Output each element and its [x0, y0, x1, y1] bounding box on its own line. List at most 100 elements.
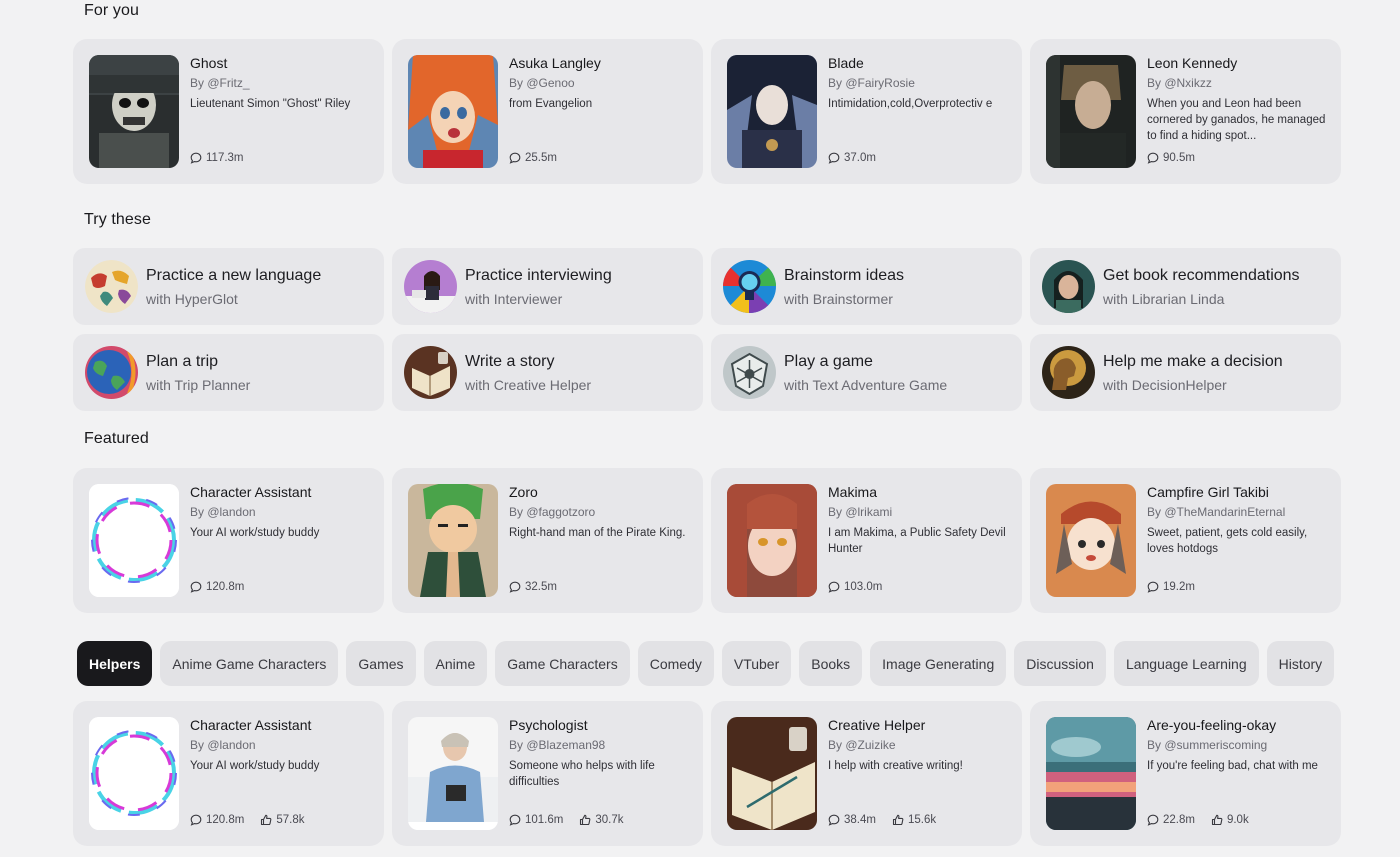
character-card-character-assistant[interactable]: Character Assistant By @landon Your AI w…	[73, 468, 384, 613]
world-map-icon	[85, 260, 138, 313]
character-author[interactable]: By @Zuizike	[828, 738, 896, 752]
category-tab-language-learning[interactable]: Language Learning	[1113, 641, 1259, 686]
section-title-featured: Featured	[84, 430, 149, 447]
character-description: When you and Leon had been cornered by g…	[1147, 98, 1326, 142]
category-tab-anime-game-characters[interactable]: Anime Game Characters	[160, 641, 339, 686]
try-card-decision[interactable]: Help me make a decision with DecisionHel…	[1030, 334, 1341, 411]
character-card-makima[interactable]: Makima By @lrikami I am Makima, a Public…	[711, 468, 1022, 613]
lightbulb-icon	[723, 260, 776, 313]
try-card-story[interactable]: Write a story with Creative Helper	[392, 334, 703, 411]
card-stats: 38.4m 15.6k	[828, 814, 936, 826]
try-card-title: Practice interviewing	[465, 267, 612, 284]
character-author[interactable]: By @summeriscoming	[1147, 738, 1267, 752]
try-card-subtitle: with Text Adventure Game	[784, 377, 948, 393]
character-author[interactable]: By @Blazeman98	[509, 738, 605, 752]
category-tab-helpers[interactable]: Helpers	[77, 641, 153, 686]
chat-count-value: 120.8m	[206, 581, 245, 593]
try-card-subtitle: with Librarian Linda	[1103, 291, 1225, 307]
character-description: Someone who helps with life difficulties	[509, 760, 655, 788]
chat-bubble-icon	[828, 814, 840, 826]
character-name: Campfire Girl Takibi	[1147, 484, 1269, 500]
featured-grid: Character Assistant By @landon Your AI w…	[73, 468, 1341, 613]
character-name: Character Assistant	[190, 717, 312, 733]
notebook-icon	[404, 346, 457, 399]
try-card-subtitle: with DecisionHelper	[1103, 377, 1227, 393]
category-tab-image-generating[interactable]: Image Generating	[870, 641, 1007, 686]
character-card-ghost[interactable]: Ghost By @Fritz_ Lieutenant Simon "Ghost…	[73, 39, 384, 184]
chat-bubble-icon	[509, 581, 521, 593]
category-tabs: Helpers Anime Game Characters Games Anim…	[77, 641, 1341, 687]
try-card-subtitle: with Interviewer	[465, 291, 563, 307]
character-name: Creative Helper	[828, 717, 926, 733]
character-name: Ghost	[190, 55, 228, 71]
try-card-title: Help me make a decision	[1103, 353, 1283, 370]
character-author[interactable]: By @faggotzoro	[509, 505, 595, 519]
avatar	[408, 484, 498, 597]
character-author[interactable]: By @TheMandarinEternal	[1147, 505, 1285, 519]
character-author[interactable]: By @FairyRosie	[828, 76, 915, 90]
category-tab-discussion[interactable]: Discussion	[1014, 641, 1106, 686]
avatar	[1046, 484, 1136, 597]
card-stats: 22.8m 9.0k	[1147, 814, 1249, 826]
helpers-grid: Character Assistant By @landon Your AI w…	[73, 701, 1341, 846]
chat-count-value: 32.5m	[525, 581, 557, 593]
character-card-asuka-langley[interactable]: Asuka Langley By @Genoo from Evangelion …	[392, 39, 703, 184]
try-card-books[interactable]: Get book recommendations with Librarian …	[1030, 248, 1341, 325]
try-card-language[interactable]: Practice a new language with HyperGlot	[73, 248, 384, 325]
chat-count: 32.5m	[509, 581, 557, 593]
avatar	[89, 55, 179, 168]
character-author[interactable]: By @Genoo	[509, 76, 575, 90]
chat-bubble-icon	[1147, 152, 1159, 164]
character-description: Lieutenant Simon "Ghost" Riley	[190, 98, 351, 110]
avatar	[727, 55, 817, 168]
thumbs-up-icon	[1211, 814, 1223, 826]
category-tab-comedy[interactable]: Comedy	[637, 641, 714, 686]
character-card-leon-kennedy[interactable]: Leon Kennedy By @Nxikzz When you and Leo…	[1030, 39, 1341, 184]
chat-count-value: 117.3m	[206, 152, 244, 164]
character-description: I am Makima, a Public Safety Devil Hunte…	[828, 527, 1006, 555]
chat-count-value: 101.6m	[525, 814, 564, 826]
chat-bubble-icon	[828, 581, 840, 593]
character-description: Intimidation,cold,Overprotectiv e	[828, 98, 993, 110]
character-author[interactable]: By @landon	[190, 505, 256, 519]
try-card-interviewing[interactable]: Practice interviewing with Interviewer	[392, 248, 703, 325]
thumbs-up-icon	[580, 814, 591, 826]
character-card-campfire-girl-takibi[interactable]: Campfire Girl Takibi By @TheMandarinEter…	[1030, 468, 1341, 613]
character-card-character-assistant[interactable]: Character Assistant By @landon Your AI w…	[73, 701, 384, 846]
character-author[interactable]: By @landon	[190, 738, 256, 752]
character-author[interactable]: By @lrikami	[828, 505, 892, 519]
character-card-creative-helper[interactable]: Creative Helper By @Zuizike I help with …	[711, 701, 1022, 846]
character-name: Are-you-feeling-okay	[1147, 717, 1277, 733]
category-tab-vtuber[interactable]: VTuber	[721, 641, 792, 686]
category-tab-history[interactable]: History	[1266, 641, 1335, 686]
try-card-subtitle: with Brainstormer	[784, 291, 893, 307]
try-card-title: Get book recommendations	[1103, 267, 1300, 284]
character-author[interactable]: By @Fritz_	[190, 76, 250, 90]
category-tab-games[interactable]: Games	[346, 641, 416, 686]
avatar	[89, 484, 179, 597]
chat-count-value: 22.8m	[1163, 814, 1195, 826]
avatar	[727, 484, 817, 597]
character-name: Makima	[828, 484, 878, 500]
try-card-brainstorm[interactable]: Brainstorm ideas with Brainstormer	[711, 248, 1022, 325]
character-description: I help with creative writing!	[828, 760, 963, 772]
try-card-title: Plan a trip	[146, 353, 219, 370]
character-author[interactable]: By @Nxikzz	[1147, 76, 1212, 90]
decision-silhouette-icon	[1042, 346, 1095, 399]
adventure-emblem-icon	[723, 346, 776, 399]
category-tab-anime[interactable]: Anime	[423, 641, 488, 686]
category-tab-books[interactable]: Books	[799, 641, 863, 686]
try-card-title: Brainstorm ideas	[784, 267, 905, 284]
character-card-zoro[interactable]: Zoro By @faggotzoro Right-hand man of th…	[392, 468, 703, 613]
try-card-trip[interactable]: Plan a trip with Trip Planner	[73, 334, 384, 411]
character-card-psychologist[interactable]: Psychologist By @Blazeman98 Someone who …	[392, 701, 703, 846]
card-stats: 101.6m 30.7k	[509, 814, 624, 826]
character-card-are-you-feeling-okay[interactable]: Are-you-feeling-okay By @summeriscoming …	[1030, 701, 1341, 846]
try-card-game[interactable]: Play a game with Text Adventure Game	[711, 334, 1022, 411]
character-card-blade[interactable]: Blade By @FairyRosie Intimidation,cold,O…	[711, 39, 1022, 184]
avatar	[408, 717, 498, 830]
like-count-value: 9.0k	[1226, 814, 1249, 826]
character-description: Your AI work/study buddy	[190, 760, 320, 772]
category-tab-game-characters[interactable]: Game Characters	[495, 641, 630, 686]
section-title-try-these: Try these	[84, 211, 151, 228]
